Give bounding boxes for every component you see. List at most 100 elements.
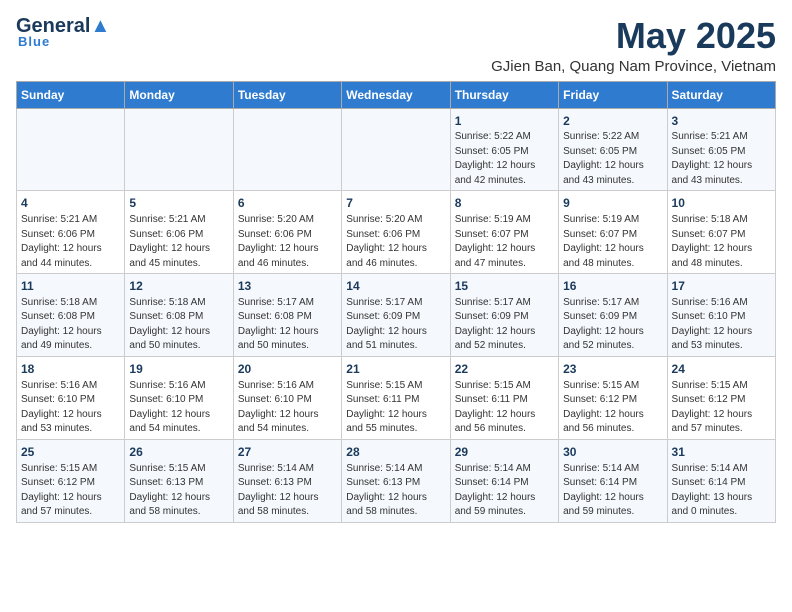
calendar-week-5: 25Sunrise: 5:15 AM Sunset: 6:12 PM Dayli… xyxy=(17,439,776,522)
day-info: Sunrise: 5:19 AM Sunset: 6:07 PM Dayligh… xyxy=(563,213,662,271)
day-info: Sunrise: 5:16 AM Sunset: 6:10 PM Dayligh… xyxy=(672,296,771,354)
day-number: 19 xyxy=(129,361,228,378)
day-info: Sunrise: 5:17 AM Sunset: 6:09 PM Dayligh… xyxy=(563,296,662,354)
calendar-week-4: 18Sunrise: 5:16 AM Sunset: 6:10 PM Dayli… xyxy=(17,356,776,439)
calendar-cell: 22Sunrise: 5:15 AM Sunset: 6:11 PM Dayli… xyxy=(450,356,558,439)
calendar-cell: 12Sunrise: 5:18 AM Sunset: 6:08 PM Dayli… xyxy=(125,274,233,357)
day-info: Sunrise: 5:15 AM Sunset: 6:11 PM Dayligh… xyxy=(455,379,554,437)
calendar-cell: 3Sunrise: 5:21 AM Sunset: 6:05 PM Daylig… xyxy=(667,108,775,191)
header-thursday: Thursday xyxy=(450,81,558,108)
calendar-cell: 24Sunrise: 5:15 AM Sunset: 6:12 PM Dayli… xyxy=(667,356,775,439)
day-info: Sunrise: 5:21 AM Sunset: 6:06 PM Dayligh… xyxy=(129,213,228,271)
day-info: Sunrise: 5:17 AM Sunset: 6:09 PM Dayligh… xyxy=(455,296,554,354)
calendar-cell xyxy=(233,108,341,191)
day-number: 22 xyxy=(455,361,554,378)
day-info: Sunrise: 5:21 AM Sunset: 6:06 PM Dayligh… xyxy=(21,213,120,271)
calendar-cell: 8Sunrise: 5:19 AM Sunset: 6:07 PM Daylig… xyxy=(450,191,558,274)
day-number: 17 xyxy=(672,278,771,295)
day-info: Sunrise: 5:14 AM Sunset: 6:13 PM Dayligh… xyxy=(346,462,445,520)
day-info: Sunrise: 5:14 AM Sunset: 6:14 PM Dayligh… xyxy=(672,462,771,520)
day-number: 4 xyxy=(21,195,120,212)
day-info: Sunrise: 5:16 AM Sunset: 6:10 PM Dayligh… xyxy=(21,379,120,437)
day-info: Sunrise: 5:15 AM Sunset: 6:12 PM Dayligh… xyxy=(563,379,662,437)
calendar-cell: 17Sunrise: 5:16 AM Sunset: 6:10 PM Dayli… xyxy=(667,274,775,357)
calendar-cell: 21Sunrise: 5:15 AM Sunset: 6:11 PM Dayli… xyxy=(342,356,450,439)
day-number: 20 xyxy=(238,361,337,378)
day-info: Sunrise: 5:14 AM Sunset: 6:14 PM Dayligh… xyxy=(455,462,554,520)
day-info: Sunrise: 5:14 AM Sunset: 6:14 PM Dayligh… xyxy=(563,462,662,520)
day-info: Sunrise: 5:21 AM Sunset: 6:05 PM Dayligh… xyxy=(672,130,771,188)
location-title: GJien Ban, Quang Nam Province, Vietnam xyxy=(491,58,776,75)
header-friday: Friday xyxy=(559,81,667,108)
header-saturday: Saturday xyxy=(667,81,775,108)
calendar-cell: 14Sunrise: 5:17 AM Sunset: 6:09 PM Dayli… xyxy=(342,274,450,357)
calendar-week-3: 11Sunrise: 5:18 AM Sunset: 6:08 PM Dayli… xyxy=(17,274,776,357)
day-info: Sunrise: 5:18 AM Sunset: 6:08 PM Dayligh… xyxy=(21,296,120,354)
day-info: Sunrise: 5:17 AM Sunset: 6:08 PM Dayligh… xyxy=(238,296,337,354)
logo-text: General▲ xyxy=(16,16,110,36)
day-number: 7 xyxy=(346,195,445,212)
calendar-cell: 6Sunrise: 5:20 AM Sunset: 6:06 PM Daylig… xyxy=(233,191,341,274)
calendar-table: SundayMondayTuesdayWednesdayThursdayFrid… xyxy=(16,81,776,523)
calendar-cell: 15Sunrise: 5:17 AM Sunset: 6:09 PM Dayli… xyxy=(450,274,558,357)
day-info: Sunrise: 5:22 AM Sunset: 6:05 PM Dayligh… xyxy=(563,130,662,188)
calendar-week-2: 4Sunrise: 5:21 AM Sunset: 6:06 PM Daylig… xyxy=(17,191,776,274)
day-info: Sunrise: 5:20 AM Sunset: 6:06 PM Dayligh… xyxy=(238,213,337,271)
calendar-cell: 7Sunrise: 5:20 AM Sunset: 6:06 PM Daylig… xyxy=(342,191,450,274)
day-number: 1 xyxy=(455,113,554,130)
calendar-cell: 19Sunrise: 5:16 AM Sunset: 6:10 PM Dayli… xyxy=(125,356,233,439)
day-number: 18 xyxy=(21,361,120,378)
day-info: Sunrise: 5:15 AM Sunset: 6:13 PM Dayligh… xyxy=(129,462,228,520)
logo-blue-text: ▲ xyxy=(90,16,110,36)
title-block: May 2025 GJien Ban, Quang Nam Province, … xyxy=(491,16,776,75)
logo-sub: Blue xyxy=(18,34,50,49)
calendar-week-1: 1Sunrise: 5:22 AM Sunset: 6:05 PM Daylig… xyxy=(17,108,776,191)
calendar-cell: 2Sunrise: 5:22 AM Sunset: 6:05 PM Daylig… xyxy=(559,108,667,191)
day-number: 2 xyxy=(563,113,662,130)
day-info: Sunrise: 5:15 AM Sunset: 6:12 PM Dayligh… xyxy=(21,462,120,520)
day-info: Sunrise: 5:15 AM Sunset: 6:11 PM Dayligh… xyxy=(346,379,445,437)
day-info: Sunrise: 5:14 AM Sunset: 6:13 PM Dayligh… xyxy=(238,462,337,520)
day-info: Sunrise: 5:15 AM Sunset: 6:12 PM Dayligh… xyxy=(672,379,771,437)
day-number: 10 xyxy=(672,195,771,212)
day-number: 31 xyxy=(672,444,771,461)
day-info: Sunrise: 5:16 AM Sunset: 6:10 PM Dayligh… xyxy=(238,379,337,437)
calendar-cell: 20Sunrise: 5:16 AM Sunset: 6:10 PM Dayli… xyxy=(233,356,341,439)
header-wednesday: Wednesday xyxy=(342,81,450,108)
calendar-cell xyxy=(342,108,450,191)
calendar-cell: 27Sunrise: 5:14 AM Sunset: 6:13 PM Dayli… xyxy=(233,439,341,522)
calendar-cell xyxy=(125,108,233,191)
day-number: 24 xyxy=(672,361,771,378)
day-info: Sunrise: 5:18 AM Sunset: 6:07 PM Dayligh… xyxy=(672,213,771,271)
header-sunday: Sunday xyxy=(17,81,125,108)
logo-general: General xyxy=(16,16,90,36)
calendar-cell: 11Sunrise: 5:18 AM Sunset: 6:08 PM Dayli… xyxy=(17,274,125,357)
day-info: Sunrise: 5:20 AM Sunset: 6:06 PM Dayligh… xyxy=(346,213,445,271)
day-number: 27 xyxy=(238,444,337,461)
day-number: 26 xyxy=(129,444,228,461)
day-number: 25 xyxy=(21,444,120,461)
calendar-header-row: SundayMondayTuesdayWednesdayThursdayFrid… xyxy=(17,81,776,108)
calendar-cell: 13Sunrise: 5:17 AM Sunset: 6:08 PM Dayli… xyxy=(233,274,341,357)
header-monday: Monday xyxy=(125,81,233,108)
calendar-cell: 9Sunrise: 5:19 AM Sunset: 6:07 PM Daylig… xyxy=(559,191,667,274)
calendar-cell: 1Sunrise: 5:22 AM Sunset: 6:05 PM Daylig… xyxy=(450,108,558,191)
calendar-cell: 4Sunrise: 5:21 AM Sunset: 6:06 PM Daylig… xyxy=(17,191,125,274)
day-number: 14 xyxy=(346,278,445,295)
day-number: 16 xyxy=(563,278,662,295)
day-info: Sunrise: 5:22 AM Sunset: 6:05 PM Dayligh… xyxy=(455,130,554,188)
header-tuesday: Tuesday xyxy=(233,81,341,108)
calendar-cell: 29Sunrise: 5:14 AM Sunset: 6:14 PM Dayli… xyxy=(450,439,558,522)
calendar-cell: 31Sunrise: 5:14 AM Sunset: 6:14 PM Dayli… xyxy=(667,439,775,522)
day-number: 15 xyxy=(455,278,554,295)
day-info: Sunrise: 5:17 AM Sunset: 6:09 PM Dayligh… xyxy=(346,296,445,354)
calendar-cell: 10Sunrise: 5:18 AM Sunset: 6:07 PM Dayli… xyxy=(667,191,775,274)
day-number: 29 xyxy=(455,444,554,461)
calendar-cell: 18Sunrise: 5:16 AM Sunset: 6:10 PM Dayli… xyxy=(17,356,125,439)
day-number: 21 xyxy=(346,361,445,378)
day-number: 12 xyxy=(129,278,228,295)
day-number: 5 xyxy=(129,195,228,212)
day-info: Sunrise: 5:16 AM Sunset: 6:10 PM Dayligh… xyxy=(129,379,228,437)
calendar-cell: 5Sunrise: 5:21 AM Sunset: 6:06 PM Daylig… xyxy=(125,191,233,274)
day-number: 13 xyxy=(238,278,337,295)
